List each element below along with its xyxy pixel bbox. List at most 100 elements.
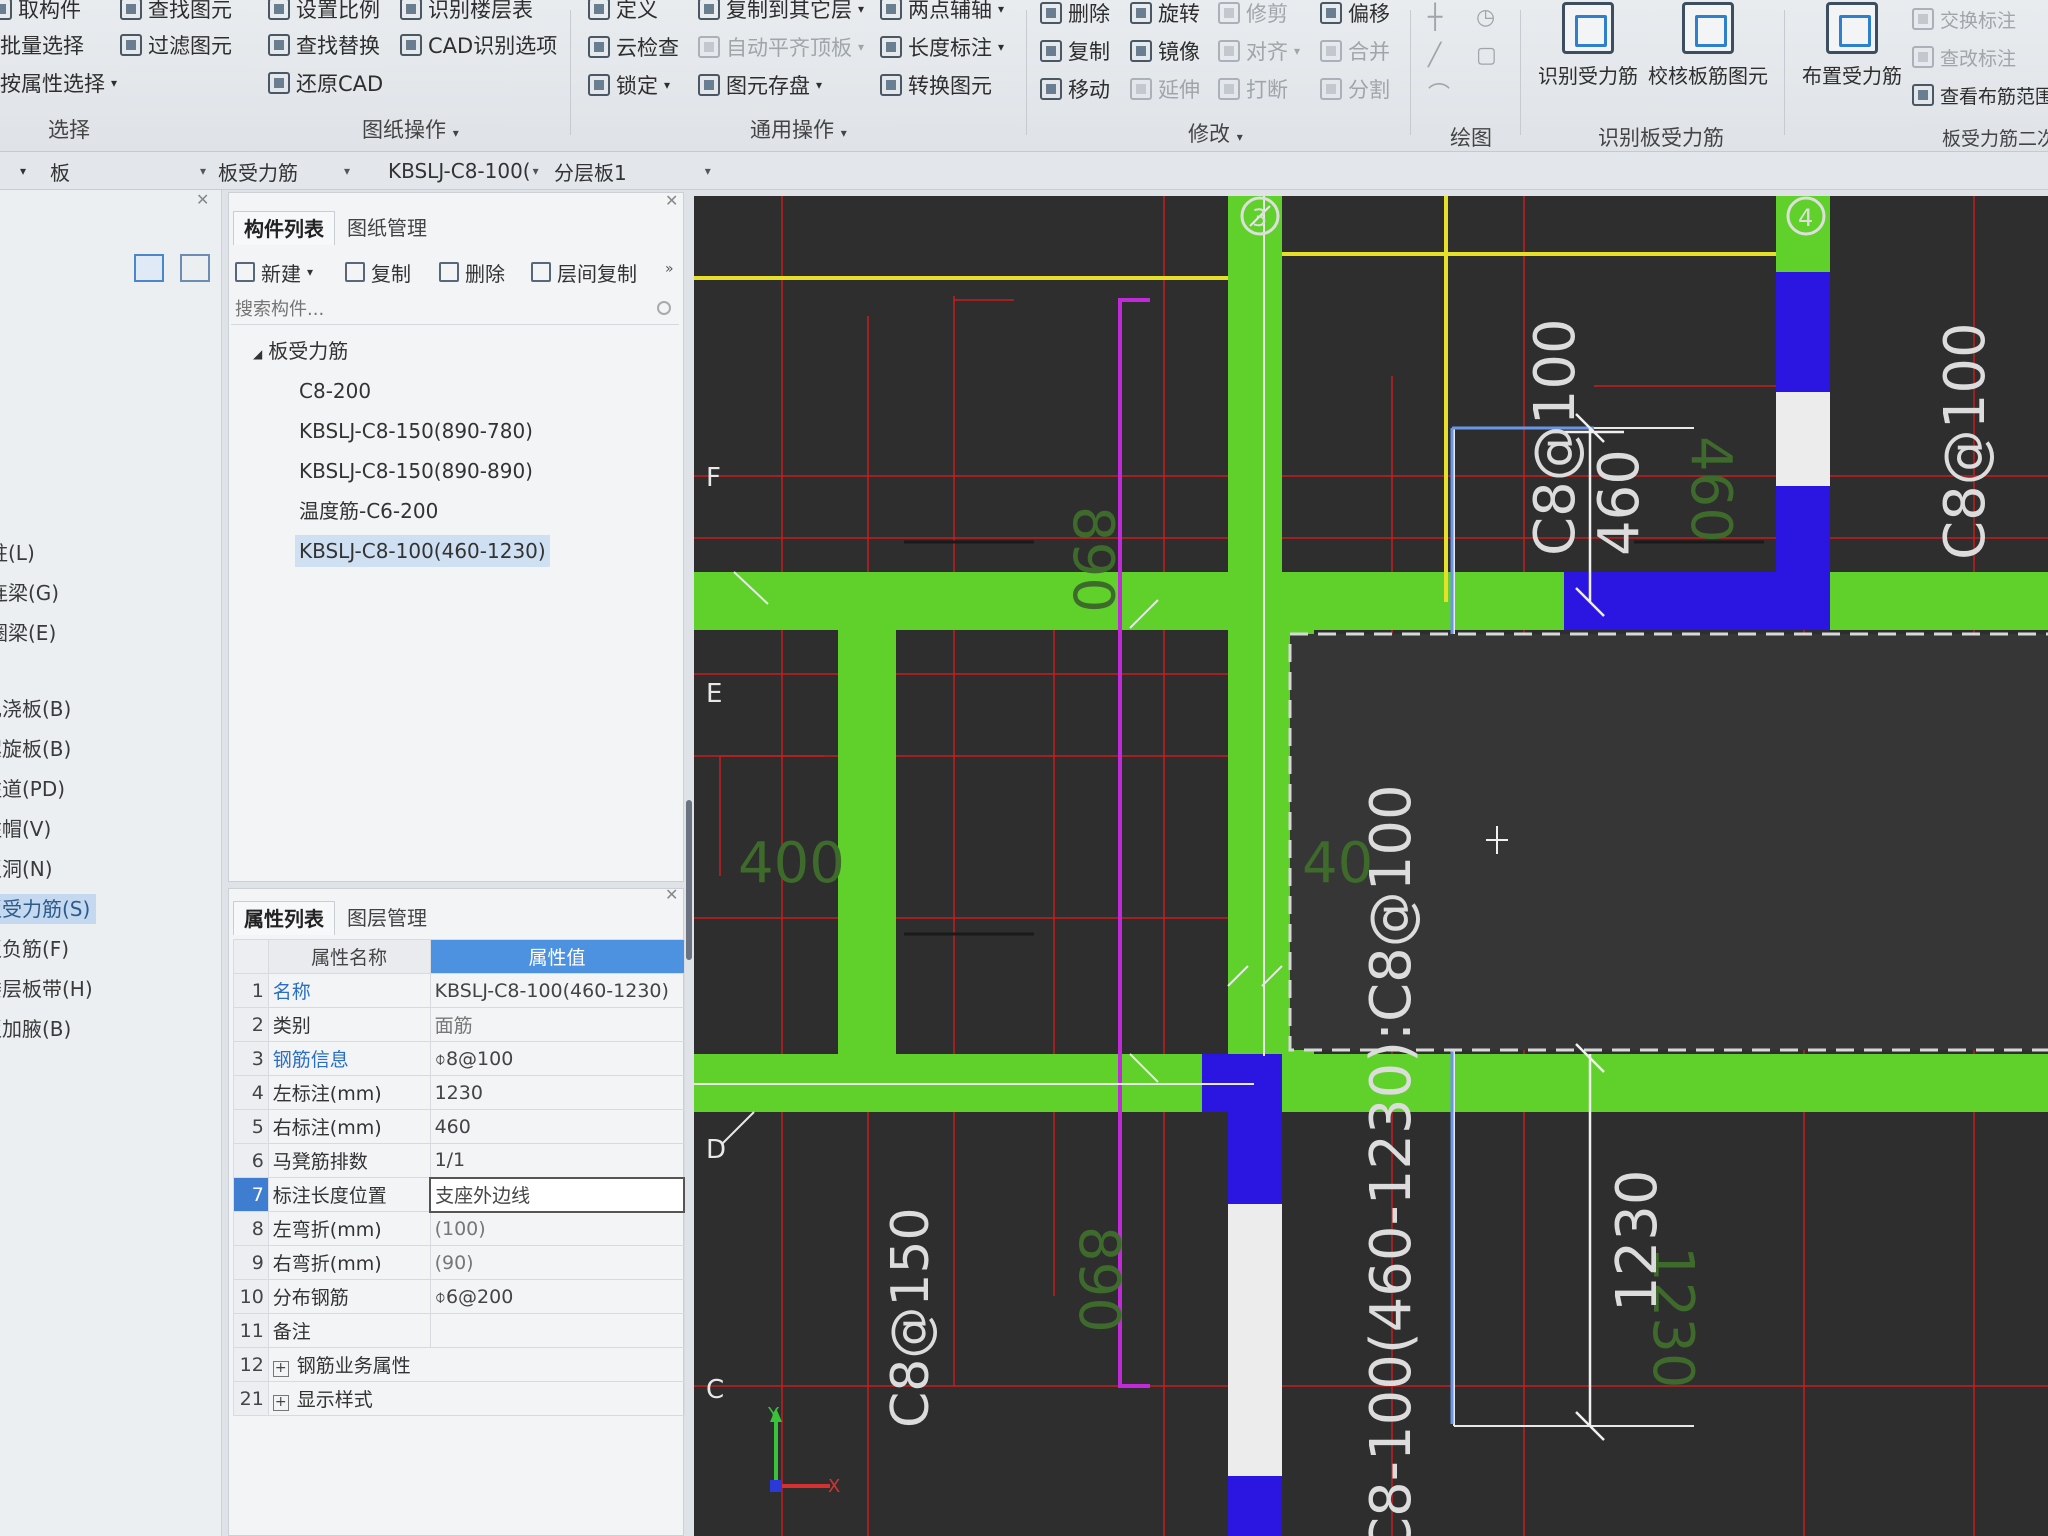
define-button[interactable]: 定义 (588, 0, 658, 24)
offset-button[interactable]: 偏移 (1320, 0, 1390, 28)
draw-arc-button[interactable]: ⌒ (1428, 78, 1450, 108)
close-icon[interactable]: ✕ (196, 190, 209, 209)
view-rebar-range-button[interactable]: 查看布筋范围 (1912, 80, 2048, 110)
drawing-canvas[interactable]: F E D C 3 4 890 460 890 1230 400 40 C8@1… (694, 196, 2048, 1536)
table-row-selected[interactable]: 7 标注长度位置 支座外边线 (233, 1176, 685, 1213)
draw-line-button[interactable]: ╱ (1428, 40, 1441, 70)
copy-component-button[interactable]: 复制 (345, 257, 411, 287)
nav-item-slab-hole[interactable]: 板洞(N) (0, 854, 53, 884)
panel-splitter[interactable] (686, 800, 692, 960)
type-selector[interactable]: 板 ▾ (50, 156, 206, 186)
select-by-attribute-button[interactable]: 按属性选择 ▾ (0, 68, 117, 98)
draw-circle-button[interactable]: ◷ (1476, 2, 1495, 32)
layer-selector[interactable]: 分层板1 ▾ (554, 156, 711, 186)
table-row[interactable]: 2 类别 面筋 (233, 1007, 685, 1042)
tree-item[interactable]: KBSLJ-C8-150(890-890) (295, 455, 537, 487)
draw-rect-button[interactable]: ▢ (1476, 40, 1497, 70)
detail-view-icon[interactable] (180, 254, 210, 282)
table-row[interactable]: 1 名称 KBSLJ-C8-100(460-1230) (233, 973, 685, 1008)
nav-item-slab-neg-rebar[interactable]: 板负筋(F) (0, 934, 69, 964)
set-scale-button[interactable]: 设置比例 (268, 0, 380, 24)
nav-item-slab-haunch[interactable]: 板加腋(B) (0, 1014, 71, 1044)
rotate-button[interactable]: 旋转 (1130, 0, 1200, 28)
group-label-drawing-ops[interactable]: 图纸操作 ▾ (362, 114, 459, 144)
move-button[interactable]: 移动 (1040, 74, 1110, 104)
tab-drawing-management[interactable]: 图纸管理 (337, 211, 437, 245)
align-button[interactable]: 对齐 ▾ (1218, 36, 1300, 66)
check-rebar-element-button[interactable]: 校核板筋图元 (1648, 2, 1768, 89)
tab-layer-management[interactable]: 图层管理 (337, 901, 437, 935)
find-replace-button[interactable]: 查找替换 (268, 30, 380, 60)
restore-cad-button[interactable]: 还原CAD (268, 68, 383, 98)
table-row[interactable]: 4 左标注(mm) 1230 (233, 1075, 685, 1110)
filter-element-button[interactable]: 过滤图元 (120, 30, 232, 60)
tree-item[interactable]: KBSLJ-C8-150(890-780) (295, 415, 537, 447)
save-element-button[interactable]: 图元存盘 ▾ (698, 70, 822, 100)
swap-annotation-button[interactable]: 交换标注 (1912, 4, 2016, 34)
table-row[interactable]: 9 右弯折(mm) (90) (233, 1245, 685, 1280)
new-button[interactable]: 新建 ▾ (235, 257, 313, 287)
cad-recognize-options-button[interactable]: CAD识别选项 (400, 30, 557, 60)
expand-icon[interactable]: + (272, 1395, 289, 1411)
more-icon[interactable]: » (665, 261, 674, 277)
lock-button[interactable]: 锁定 ▾ (588, 70, 670, 100)
nav-item-ring-beam[interactable]: 圈梁(E) (0, 618, 56, 648)
draw-point-button[interactable]: ┼ (1428, 2, 1442, 32)
nav-item-slab-rebar[interactable]: 板受力筋(S) (0, 894, 97, 924)
edit-annotation-button[interactable]: 查改标注 (1912, 42, 2016, 72)
nav-item-cast-slab[interactable]: 现浇板(B) (0, 694, 71, 724)
mirror-button[interactable]: 镜像 (1130, 36, 1200, 66)
close-icon[interactable]: ✕ (665, 885, 678, 904)
pick-component-button[interactable]: 取构件 (0, 0, 81, 24)
length-dimension-button[interactable]: 长度标注 ▾ (880, 32, 1004, 62)
place-rebar-button[interactable]: 布置受力筋 (1792, 2, 1912, 89)
trim-button[interactable]: 修剪 (1218, 0, 1288, 28)
table-row[interactable]: 8 左弯折(mm) (100) (233, 1211, 685, 1246)
table-row[interactable]: 6 马凳筋排数 1/1 (233, 1143, 685, 1178)
copy-between-floors-button[interactable]: 层间复制 (531, 257, 637, 287)
tree-item-selected[interactable]: KBSLJ-C8-100(460-1230) (295, 535, 550, 567)
value-editor[interactable]: 支座外边线 (429, 1176, 685, 1213)
copy-to-other-floor-button[interactable]: 复制到其它层 ▾ (698, 0, 864, 24)
group-label-modify[interactable]: 修改 ▾ (1188, 118, 1243, 148)
tree-item[interactable]: C8-200 (295, 375, 375, 407)
cloud-check-button[interactable]: 云检查 (588, 32, 679, 62)
tree-root[interactable]: ◢ 板受力筋 (249, 335, 352, 367)
table-row[interactable]: 3 钢筋信息 ⌽8@100 (233, 1041, 685, 1076)
tab-component-list[interactable]: 构件列表 (233, 211, 335, 245)
merge-button[interactable]: 合并 (1320, 36, 1390, 66)
auto-align-top-button[interactable]: 自动平齐顶板 ▾ (698, 32, 864, 62)
nav-item-column-cap-pd[interactable]: 柱道(PD) (0, 774, 65, 804)
table-row[interactable]: 5 右标注(mm) 460 (233, 1109, 685, 1144)
recognize-rebar-button[interactable]: 识别受力筋 (1528, 2, 1648, 89)
delete-component-button[interactable]: 删除 (439, 257, 505, 287)
nav-item-column[interactable]: 柱(L) (0, 538, 35, 568)
split-button[interactable]: 分割 (1320, 74, 1390, 104)
convert-element-button[interactable]: 转换图元 (880, 70, 992, 100)
batch-select-button[interactable]: 批量选择 (0, 30, 84, 60)
component-type-selector[interactable]: 板受力筋 ▾ (218, 156, 350, 186)
two-point-axis-button[interactable]: 两点辅轴 ▾ (880, 0, 1004, 24)
component-selector[interactable]: KBSLJ-C8-100(▾ (388, 156, 539, 186)
tab-property-list[interactable]: 属性列表 (233, 901, 335, 935)
table-row[interactable]: 11 备注 (233, 1313, 685, 1348)
find-element-button[interactable]: 查找图元 (120, 0, 232, 24)
extend-button[interactable]: 延伸 (1130, 74, 1200, 104)
nav-item-link-beam[interactable]: 连梁(G) (0, 578, 59, 608)
expand-icon[interactable]: + (272, 1361, 289, 1377)
nav-item-slab-strip[interactable]: 楼层板带(H) (0, 974, 93, 1004)
close-icon[interactable]: ✕ (665, 191, 678, 210)
break-button[interactable]: 打断 (1218, 74, 1288, 104)
tree-item[interactable]: 温度筋-C6-200 (295, 495, 442, 527)
floor-selector[interactable]: ▾ (20, 156, 26, 186)
table-row-group[interactable]: 12 + 钢筋业务属性 (233, 1347, 685, 1382)
recognize-floor-table-button[interactable]: 识别楼层表 (400, 0, 533, 24)
copy-button[interactable]: 复制 (1040, 36, 1110, 66)
search-input[interactable] (231, 295, 679, 325)
nav-item-spiral-slab[interactable]: 螺旋板(B) (0, 734, 71, 764)
table-row-group[interactable]: 21 + 显示样式 (233, 1381, 685, 1416)
nav-item-column-cap-v[interactable]: 柱帽(V) (0, 814, 51, 844)
table-row[interactable]: 10 分布钢筋 ⌽6@200 (233, 1279, 685, 1314)
group-label-common-ops[interactable]: 通用操作 ▾ (750, 114, 847, 144)
list-view-icon[interactable] (134, 254, 164, 282)
